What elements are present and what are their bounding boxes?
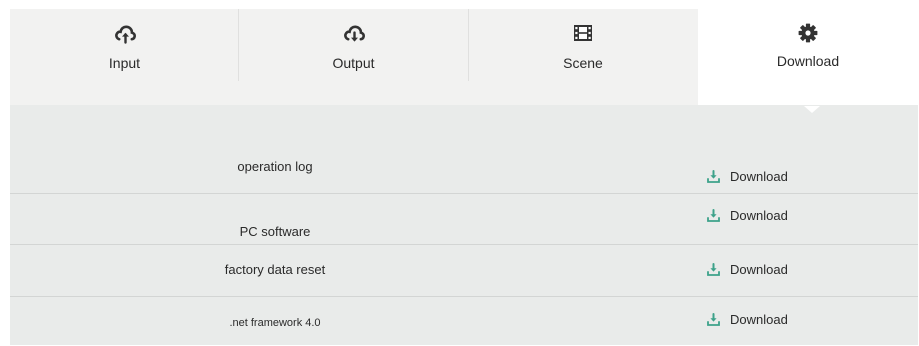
film-icon: [572, 22, 594, 44]
row-label: PC software: [239, 224, 311, 239]
list-row: .net framework 4.0 Download: [10, 297, 918, 345]
tab-download[interactable]: Download: [698, 9, 918, 107]
download-panel: Input Output Scene Download operation lo…: [10, 9, 918, 345]
tab-scene[interactable]: Scene: [468, 9, 698, 107]
download-link[interactable]: Download: [707, 261, 788, 277]
download-link[interactable]: Download: [707, 168, 788, 184]
download-link-label: Download: [730, 207, 788, 223]
row-label: .net framework 4.0: [229, 317, 321, 329]
list-row: operation log Download: [10, 105, 918, 194]
list-row: PC software Download: [10, 194, 918, 245]
tab-download-label: Download: [776, 53, 840, 69]
download-icon: [707, 169, 720, 183]
list-row: factory data reset Download: [10, 245, 918, 297]
download-link-label: Download: [730, 311, 788, 327]
download-link-label: Download: [730, 261, 788, 277]
row-label: operation log: [237, 159, 313, 174]
download-icon: [707, 208, 720, 222]
download-icon: [707, 262, 720, 276]
tab-bar: Input Output Scene Download: [10, 9, 918, 107]
download-list: operation log Download PC software Downl…: [10, 105, 918, 345]
tab-scene-label: Scene: [563, 55, 603, 71]
download-link-label: Download: [730, 168, 788, 184]
active-tab-pointer: [804, 106, 820, 113]
row-label: factory data reset: [224, 262, 326, 277]
gear-icon: [797, 22, 819, 44]
tab-input[interactable]: Input: [10, 9, 239, 107]
download-icon: [707, 312, 720, 326]
download-link[interactable]: Download: [707, 207, 788, 223]
tab-output[interactable]: Output: [239, 9, 468, 107]
tab-input-label: Input: [108, 55, 141, 71]
cloud-upload-icon: [114, 22, 136, 44]
cloud-download-icon: [343, 22, 365, 44]
tab-output-label: Output: [332, 55, 375, 71]
download-link[interactable]: Download: [707, 311, 788, 327]
